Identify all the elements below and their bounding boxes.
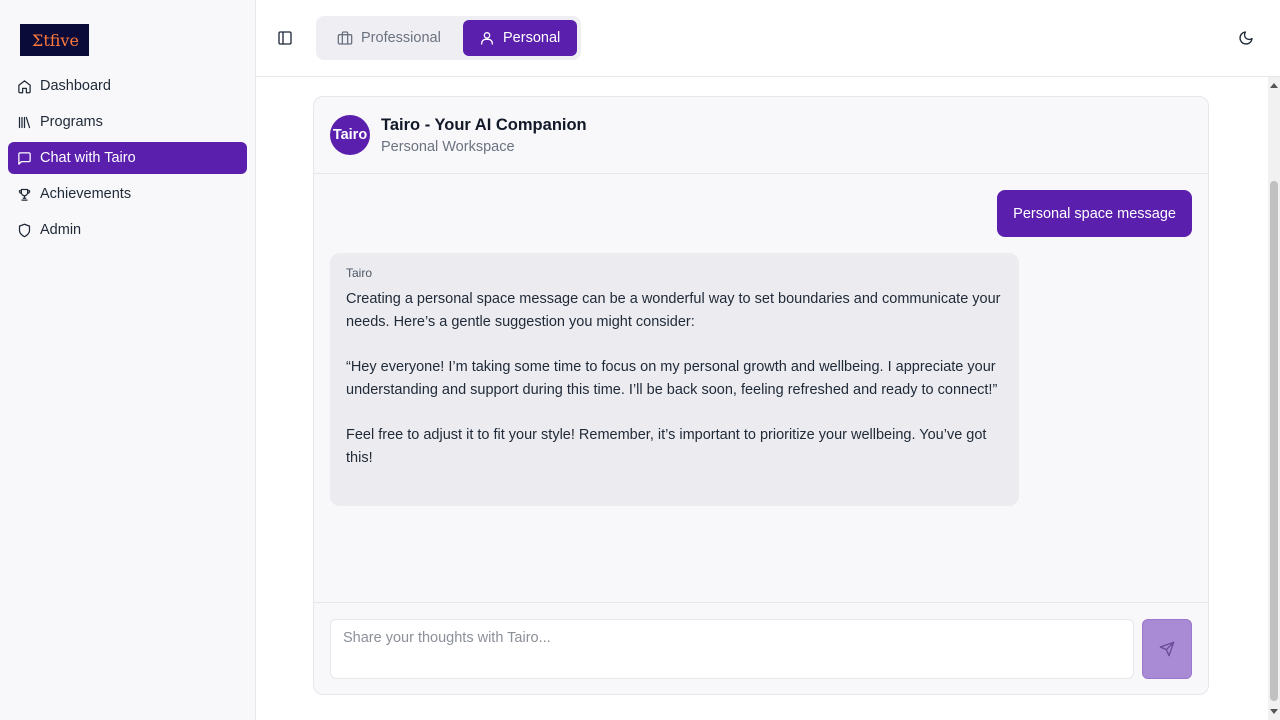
tab-label: Personal	[503, 30, 561, 46]
sidebar-item-achievements[interactable]: Achievements	[8, 178, 247, 210]
logo-text: Σtfive	[32, 30, 79, 50]
sidebar-item-programs[interactable]: Programs	[8, 106, 247, 138]
message-square-icon	[18, 151, 31, 165]
scrollbar[interactable]	[1268, 77, 1280, 720]
trophy-icon	[18, 188, 31, 201]
sidebar-item-label: Dashboard	[40, 78, 111, 94]
sidebar-item-chat-with-tairo[interactable]: Chat with Tairo	[8, 142, 247, 174]
sidebar-item-label: Admin	[40, 222, 82, 238]
user-message: Personal space message	[997, 190, 1192, 237]
scroll-up-arrow[interactable]	[1270, 83, 1278, 88]
send-icon	[1159, 641, 1175, 657]
user-icon	[481, 32, 493, 45]
message-sender: Tairo	[346, 266, 373, 280]
tab-label: Professional	[361, 30, 441, 46]
home-icon	[18, 79, 31, 93]
chat-title: Tairo - Your AI Companion	[381, 116, 587, 134]
chat-panel: Tairo Tairo - Your AI Companion Personal…	[313, 96, 1209, 695]
sidebar-item-admin[interactable]: Admin	[8, 214, 247, 246]
library-icon	[18, 116, 31, 128]
sidebar-item-label: Programs	[40, 114, 103, 130]
sidebar-item-dashboard[interactable]: Dashboard	[8, 70, 247, 102]
chat-input[interactable]	[330, 619, 1134, 679]
message-text: Creating a personal space message can be…	[346, 291, 1001, 466]
avatar: Tairo	[330, 115, 370, 155]
sidebar-item-label: Chat with Tairo	[40, 150, 136, 166]
scroll-down-arrow[interactable]	[1270, 709, 1278, 714]
chat-subtitle: Personal Workspace	[381, 139, 515, 155]
assistant-message: Tairo Creating a personal space message …	[330, 253, 1019, 506]
message-composer	[314, 602, 1208, 694]
sidebar-item-label: Achievements	[40, 186, 132, 202]
workspace-mode-toggle: Professional Personal	[316, 16, 581, 60]
shield-icon	[18, 223, 31, 237]
app-logo[interactable]: Σtfive	[20, 24, 89, 56]
tab-personal[interactable]: Personal	[463, 20, 577, 56]
sidebar: Σtfive Dashboard Programs Chat with Tair…	[0, 0, 256, 720]
send-button[interactable]	[1142, 619, 1192, 679]
sidebar-toggle-icon[interactable]	[277, 30, 293, 46]
main-content: Tairo Tairo - Your AI Companion Personal…	[256, 77, 1280, 720]
top-bar: Professional Personal	[256, 0, 1280, 77]
sidebar-nav: Dashboard Programs Chat with Tairo Achie…	[8, 70, 247, 250]
moon-icon[interactable]	[1238, 30, 1254, 46]
tab-professional[interactable]: Professional	[320, 20, 463, 56]
scrollbar-thumb[interactable]	[1270, 181, 1278, 701]
chat-header: Tairo Tairo - Your AI Companion Personal…	[314, 97, 1208, 174]
briefcase-icon	[337, 31, 353, 45]
